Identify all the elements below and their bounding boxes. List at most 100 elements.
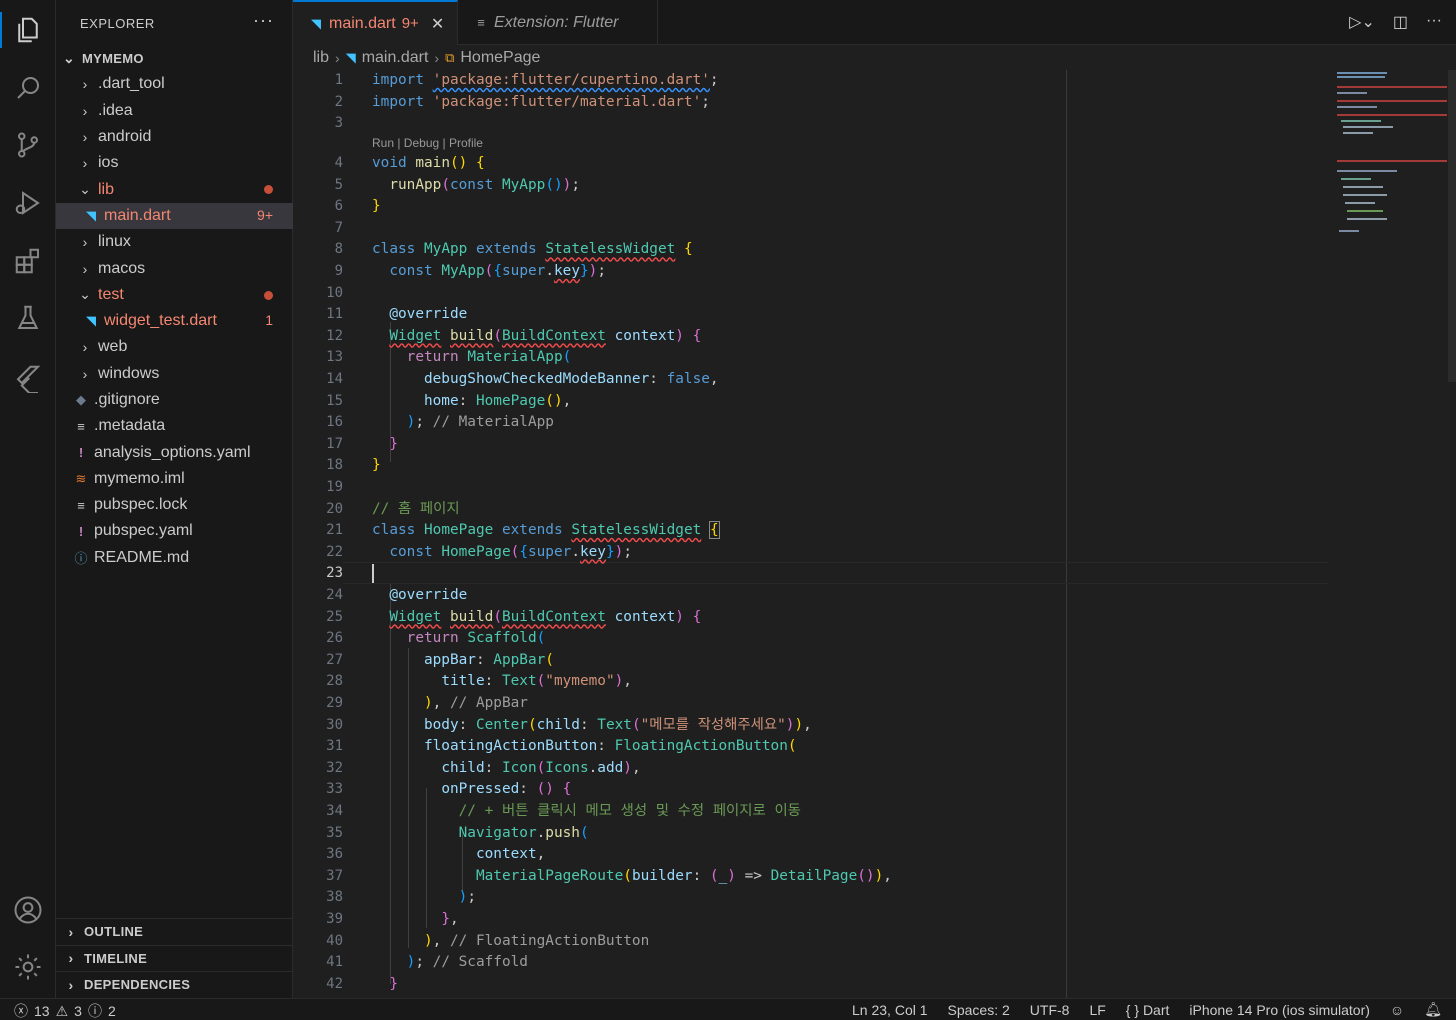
line-number: 2 (334, 93, 343, 110)
minimap-error (1337, 100, 1447, 102)
warning-icon: ⚠ (55, 1002, 69, 1019)
chevron-right-icon: › (82, 102, 88, 119)
line-number: 39 (326, 911, 343, 927)
section-outline[interactable]: › OUTLINE (56, 918, 293, 945)
source-control-icon[interactable] (10, 127, 46, 163)
chevron-down-icon: ⌄ (79, 181, 91, 198)
code-line: class HomePage extends StatelessWidget { (372, 521, 720, 540)
tree-item-label: ios (98, 154, 119, 172)
tree-item-analysis-options[interactable]: ! analysis_options.yaml (56, 439, 293, 465)
tree-item-windows[interactable]: › windows (56, 361, 293, 387)
tree-item-pubspec-yaml[interactable]: ! pubspec.yaml (56, 518, 293, 544)
text-file-icon: ≡ (77, 418, 85, 434)
explorer-icon[interactable] (10, 12, 46, 48)
tree-item-dart-tool[interactable]: › .dart_tool (56, 71, 293, 97)
section-timeline[interactable]: › TIMELINE (56, 944, 293, 972)
line-number: 3 (334, 115, 343, 132)
close-icon[interactable]: ✕ (431, 14, 444, 34)
minimap-line (1341, 120, 1381, 122)
problem-count-badge: 1 (265, 311, 273, 328)
tree-item-ios[interactable]: › ios (56, 150, 293, 176)
split-editor-icon[interactable]: ◫ (1393, 12, 1408, 32)
code-line: Navigator.push( (458, 824, 589, 841)
code-line: ); // Scaffold (406, 954, 528, 971)
code-line: Widget build(BuildContext context) { (389, 608, 702, 625)
testing-icon[interactable] (10, 300, 46, 336)
extensions-icon[interactable] (10, 243, 46, 279)
line-number: 41 (326, 954, 343, 971)
run-debug-dropdown-icon[interactable]: ▷⌄ (1349, 12, 1375, 32)
line-number: 20 (326, 500, 343, 517)
account-icon[interactable] (10, 892, 46, 928)
minimap-line (1337, 92, 1367, 94)
tree-item-label: macos (98, 259, 146, 277)
string-literal: 'package:flutter/material.dart' (432, 93, 702, 110)
code-line: onPressed: () { (441, 781, 572, 798)
chevron-right-icon: › (82, 155, 88, 172)
tree-item-mymemo-iml[interactable]: ≋ mymemo.iml (56, 466, 293, 492)
tree-item-pubspec-lock[interactable]: ≡ pubspec.lock (56, 492, 293, 518)
warning-count: 3 (74, 1003, 82, 1019)
breadcrumb-item[interactable]: main.dart (362, 49, 429, 67)
more-actions-icon[interactable]: ··· (253, 10, 274, 31)
problems-indicator[interactable]: ⓧ 13 ⚠ 3 ⓘ 2 (14, 1001, 116, 1020)
language-mode[interactable]: { } Dart (1126, 1002, 1170, 1018)
code-line: Widget build(BuildContext context) { (389, 327, 702, 344)
search-icon[interactable] (10, 70, 46, 106)
tree-item-readme[interactable]: ⓘ README.md (56, 545, 293, 571)
chevron-right-icon: › (82, 260, 88, 277)
notifications-bell-icon[interactable]: 🔔︎ (1424, 1001, 1442, 1018)
text-cursor (372, 564, 374, 583)
device-selector[interactable]: iPhone 14 Pro (ios simulator) (1189, 1002, 1370, 1018)
code-line: return Scaffold( (406, 630, 546, 647)
line-number: 11 (326, 306, 343, 323)
editor-scrollbar[interactable] (1448, 70, 1456, 382)
chevron-right-icon: › (82, 339, 88, 356)
code-line: void main() { (372, 155, 485, 171)
tree-item-metadata[interactable]: ≡ .metadata (56, 413, 293, 439)
tree-item-label: linux (98, 233, 131, 251)
problem-count-badge: 9+ (257, 206, 273, 223)
chevron-right-icon: › (82, 129, 88, 146)
project-root[interactable]: ⌄ MYMEMO (56, 45, 293, 71)
editor-tabs: ◥ main.dart 9+ ✕ ≡ Extension: Flutter ▷⌄… (293, 0, 1456, 45)
feedback-icon[interactable]: ☺ (1390, 1002, 1404, 1018)
preview-icon: ≡ (477, 15, 485, 30)
flutter-icon[interactable] (10, 360, 46, 396)
code-editor[interactable]: 1 2 3 4 5 6 7 8 9 10 11 12 13 14 15 16 1… (293, 70, 1456, 998)
tree-item-label: pubspec.lock (94, 496, 188, 514)
tree-item-web[interactable]: › web (56, 334, 293, 360)
tree-item-main-dart[interactable]: ◥ main.dart 9+ (56, 202, 293, 230)
minimap-line (1337, 72, 1387, 74)
tree-item-linux[interactable]: › linux (56, 229, 293, 255)
more-actions-icon[interactable]: ··· (1426, 12, 1442, 32)
tree-item-label: main.dart (104, 206, 171, 224)
encoding[interactable]: UTF-8 (1030, 1002, 1070, 1018)
tree-item-widget-test[interactable]: ◥ widget_test.dart 1 (56, 308, 293, 334)
codelens-run-debug-profile[interactable]: Run | Debug | Profile (372, 136, 483, 150)
code-line: title: Text("mymemo"), (441, 673, 632, 690)
indentation[interactable]: Spaces: 2 (948, 1002, 1010, 1018)
tree-item-lib[interactable]: ⌄ lib (56, 176, 293, 202)
tree-item-android[interactable]: › android (56, 124, 293, 150)
breadcrumb-item[interactable]: lib (313, 49, 329, 67)
tree-item-test[interactable]: ⌄ test (56, 282, 293, 308)
tree-item-macos[interactable]: › macos (56, 255, 293, 281)
run-debug-icon[interactable] (10, 185, 46, 221)
section-dependencies[interactable]: › DEPENDENCIES (56, 971, 293, 998)
chevron-right-icon: › (82, 76, 88, 93)
tab-extension-flutter[interactable]: ≡ Extension: Flutter (458, 0, 658, 45)
minimap[interactable] (1335, 70, 1448, 270)
cursor-position[interactable]: Ln 23, Col 1 (852, 1002, 928, 1018)
breadcrumb-item[interactable]: HomePage (460, 49, 540, 67)
settings-gear-icon[interactable] (10, 949, 46, 985)
sidebar-panel-sections: › OUTLINE › TIMELINE › DEPENDENCIES (56, 918, 293, 998)
tree-item-gitignore[interactable]: ◆ .gitignore (56, 387, 293, 413)
minimap-line (1343, 126, 1393, 128)
tab-main-dart[interactable]: ◥ main.dart 9+ ✕ (293, 0, 458, 45)
line-number: 27 (326, 651, 343, 668)
line-number: 6 (334, 198, 343, 215)
line-ending[interactable]: LF (1089, 1002, 1105, 1018)
tree-item-idea[interactable]: › .idea (56, 98, 293, 124)
line-number: 34 (326, 803, 343, 819)
